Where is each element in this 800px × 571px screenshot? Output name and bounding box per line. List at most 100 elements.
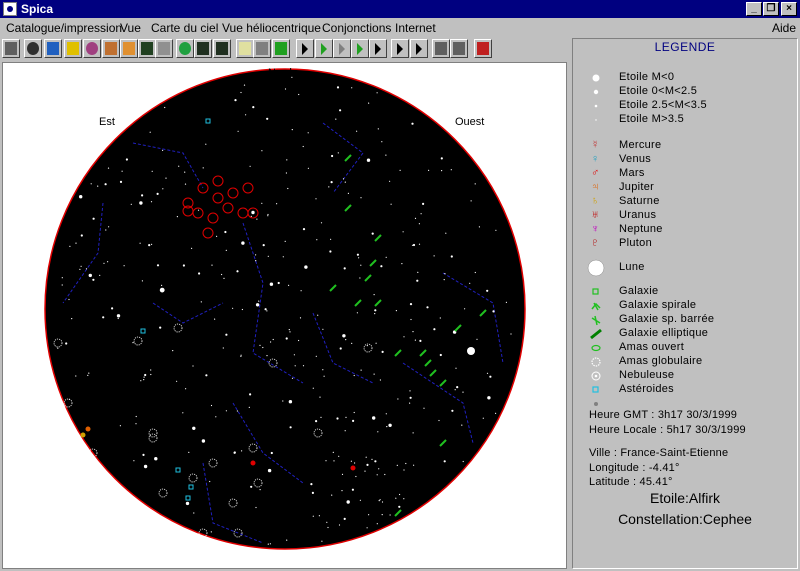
- play-button[interactable]: [351, 39, 369, 58]
- star: [351, 342, 353, 344]
- sun-icon: [67, 42, 79, 55]
- star: [344, 430, 346, 432]
- star: [135, 423, 137, 425]
- print-button[interactable]: [2, 39, 20, 58]
- star: [451, 409, 454, 412]
- zoom-in-button[interactable]: [432, 39, 450, 58]
- star: [439, 353, 442, 357]
- earth-button[interactable]: [176, 39, 194, 58]
- stop-icon: [339, 43, 345, 55]
- star: [356, 253, 359, 256]
- star: [262, 346, 264, 349]
- star: [184, 183, 187, 185]
- sky-map-view[interactable]: Nord Est Ouest: [2, 62, 567, 569]
- star: [286, 159, 288, 161]
- star: [139, 242, 141, 244]
- camera-button[interactable]: [253, 39, 271, 58]
- planet-symbol-icon: ♀: [591, 153, 600, 165]
- screen-button[interactable]: [138, 39, 156, 58]
- legend-panel: LEGENDE Etoile M<0 Etoile 0<M<2.5 Etoile…: [572, 38, 798, 569]
- star: [211, 264, 213, 266]
- longitude: Longitude : -4.41°: [589, 462, 680, 474]
- star: [325, 460, 327, 462]
- star: [286, 539, 288, 541]
- restore-button[interactable]: ❐: [763, 2, 779, 16]
- menu-catalogue[interactable]: Catalogue/impression: [6, 21, 122, 35]
- menu-vue-heliocentrique[interactable]: Vue héliocentrique: [222, 21, 321, 35]
- star: [376, 92, 378, 94]
- legend-star-faint: Etoile M>3.5: [573, 113, 797, 127]
- legend-elliptical-galaxy: Galaxie elliptique: [573, 327, 797, 341]
- legend-star-medium: Etoile 2.5<M<3.5: [573, 99, 797, 113]
- star: [176, 216, 178, 218]
- star: [184, 171, 186, 173]
- star: [414, 217, 417, 219]
- star: [185, 501, 190, 506]
- star: [264, 308, 267, 311]
- star: [385, 413, 387, 415]
- star: [288, 400, 293, 404]
- wave-button[interactable]: [213, 39, 231, 58]
- chart-button[interactable]: [44, 39, 62, 58]
- star: [373, 373, 375, 375]
- star: [237, 130, 239, 132]
- sun-button[interactable]: [64, 39, 82, 58]
- planet-symbol-icon: ♆: [591, 223, 600, 235]
- prev-button[interactable]: [315, 39, 333, 58]
- close-button[interactable]: ×: [781, 2, 797, 16]
- forward-button[interactable]: [410, 39, 428, 58]
- star-button[interactable]: [272, 39, 290, 58]
- star: [141, 280, 143, 282]
- star: [241, 450, 243, 452]
- first-button[interactable]: [296, 39, 314, 58]
- legend-spiral-galaxy: Galaxie spirale: [573, 299, 797, 313]
- star: [315, 198, 317, 200]
- web-button[interactable]: [474, 39, 492, 58]
- open-cluster-icon: [591, 344, 601, 352]
- menu-carte-du-ciel[interactable]: Carte du ciel: [151, 21, 218, 35]
- zoom-out-button[interactable]: [450, 39, 468, 58]
- rewind-button[interactable]: [391, 39, 409, 58]
- star: [443, 279, 445, 281]
- star: [428, 169, 430, 171]
- saturn-button[interactable]: [120, 39, 138, 58]
- star: [261, 202, 263, 204]
- star: [403, 469, 405, 471]
- star: [240, 91, 242, 94]
- star: [225, 333, 228, 336]
- legend-planet-1: ♀ Venus: [591, 153, 652, 165]
- minimize-button[interactable]: _: [746, 2, 762, 16]
- planet-marker: [80, 432, 86, 438]
- star: [285, 337, 288, 340]
- star: [256, 218, 258, 220]
- last-button[interactable]: [369, 39, 387, 58]
- star: [304, 265, 308, 269]
- starmap-button[interactable]: [194, 39, 212, 58]
- rewind-icon: [397, 43, 403, 55]
- table-button[interactable]: [155, 39, 173, 58]
- star: [330, 238, 332, 240]
- star: [312, 515, 314, 517]
- star-tiny-icon: [595, 119, 597, 121]
- galaxy-button[interactable]: [83, 39, 101, 58]
- star: [233, 451, 236, 454]
- star: [319, 396, 321, 398]
- star: [342, 334, 346, 338]
- star: [366, 345, 368, 347]
- menu-conjonctions[interactable]: Conjonctions: [322, 21, 391, 35]
- menu-vue[interactable]: Vue: [120, 21, 141, 35]
- star: [224, 230, 227, 234]
- globe-button[interactable]: [24, 39, 42, 58]
- star: [495, 412, 497, 414]
- menu-aide[interactable]: Aide: [772, 21, 796, 35]
- star: [343, 267, 346, 270]
- spica-app-icon[interactable]: [3, 2, 17, 16]
- stop-button[interactable]: [333, 39, 351, 58]
- sky-chart[interactable]: [3, 63, 567, 569]
- planet-button[interactable]: [102, 39, 120, 58]
- star: [270, 451, 273, 455]
- menu-internet[interactable]: Internet: [395, 21, 436, 35]
- star-icon: [275, 42, 287, 55]
- moon-button[interactable]: [236, 39, 254, 58]
- star: [330, 181, 333, 184]
